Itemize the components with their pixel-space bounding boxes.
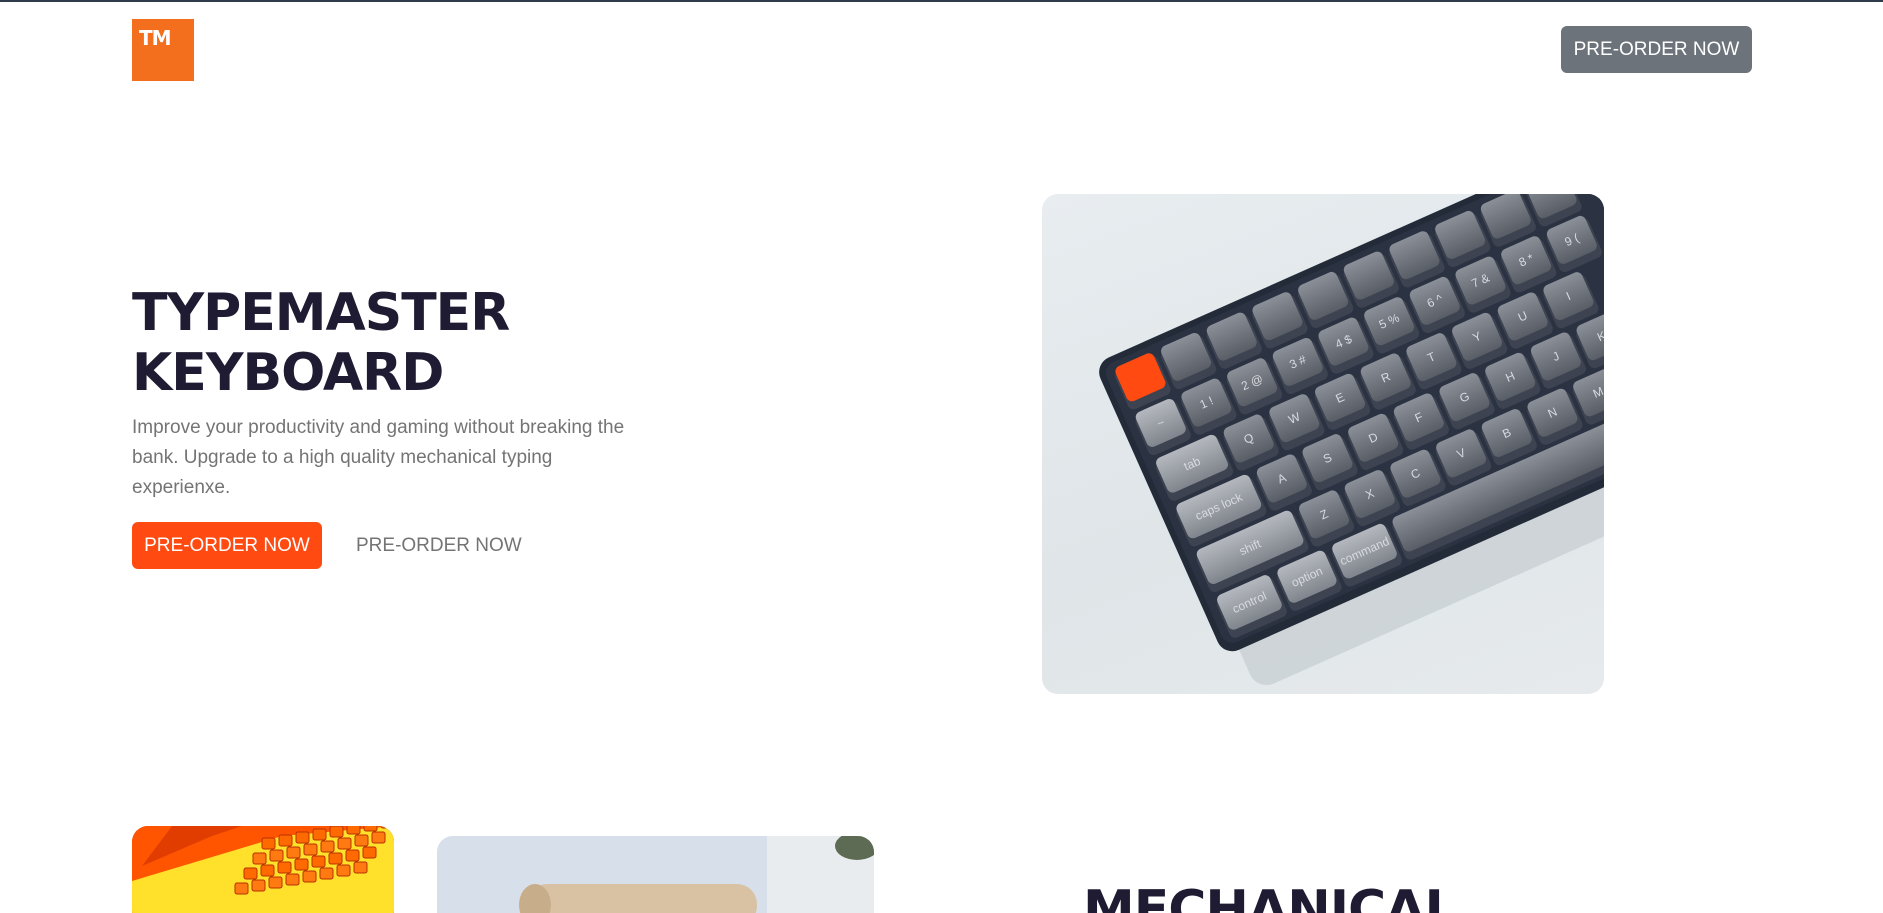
orange-key — [363, 826, 378, 832]
orange-key — [302, 870, 317, 883]
hero-title: TYPEMASTER KEYBOARD — [132, 283, 510, 403]
orange-key — [319, 867, 334, 880]
hero-description: Improve your productivity and gaming wit… — [132, 417, 625, 498]
orange-key — [380, 826, 394, 829]
feature-image-desk — [437, 836, 874, 913]
orange-key — [277, 861, 292, 874]
orange-key — [252, 852, 267, 865]
orange-key — [354, 834, 369, 847]
hero-title-line1: TYPEMASTER — [132, 283, 510, 343]
orange-key — [328, 852, 343, 865]
header-preorder-button[interactable]: PRE-ORDER NOW — [1561, 26, 1752, 73]
logo[interactable]: TM — [132, 19, 194, 81]
top-border — [0, 0, 1883, 2]
orange-key — [337, 837, 352, 850]
orange-key — [320, 840, 335, 853]
hero-preorder-button[interactable]: PRE-ORDER NOW — [132, 522, 322, 569]
orange-keyboard-illustration — [132, 826, 394, 913]
orange-key — [261, 837, 276, 850]
orange-key — [260, 864, 275, 877]
orange-key — [362, 846, 377, 859]
orange-key — [353, 861, 368, 874]
orange-key — [346, 826, 361, 835]
orange-key — [278, 834, 293, 847]
orange-key — [251, 879, 266, 892]
orange-key — [234, 882, 249, 895]
orange-key — [371, 831, 386, 844]
orange-key — [286, 846, 301, 859]
orange-key — [269, 849, 284, 862]
orange-key — [268, 876, 283, 889]
orange-key — [294, 858, 309, 871]
orange-key — [311, 855, 326, 868]
orange-key — [285, 873, 300, 886]
keyboard-illustration: ~1 !2 @3 #4 $5 %6 ^7 &8 *9 (tabQWERTYUIc… — [1099, 194, 1604, 686]
hero-preorder-link[interactable]: PRE-ORDER NOW — [356, 522, 522, 569]
orange-key — [243, 867, 258, 880]
orange-key — [345, 849, 360, 862]
keyboard-product-image: ~1 ! 2 @3 #4 $5 % 6 ^ 7 & 8 * 9 (tab Q W E R T Y U Ic… — [1042, 194, 1604, 694]
logo-text: TM — [139, 26, 172, 50]
desk-illustration — [437, 836, 874, 913]
section-title-mechanical: MECHANICAL — [1083, 880, 1458, 913]
orange-key — [295, 831, 310, 844]
hero-title-line2: KEYBOARD — [132, 343, 444, 403]
orange-key — [329, 826, 344, 838]
orange-key — [312, 828, 327, 841]
orange-key — [336, 864, 351, 877]
orange-key — [303, 843, 318, 856]
feature-image-keyboard-orange — [132, 826, 394, 913]
